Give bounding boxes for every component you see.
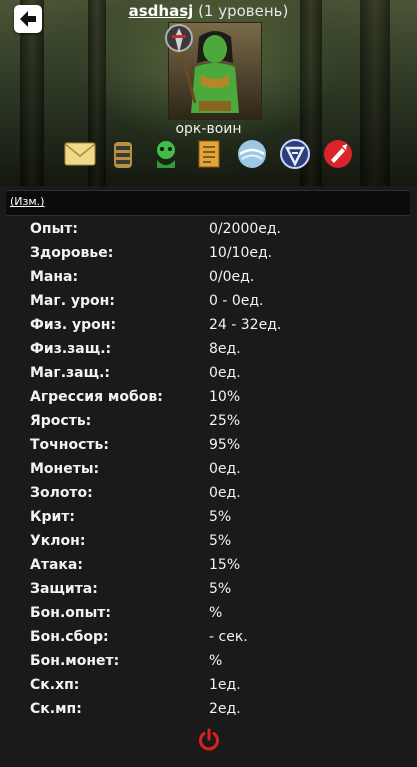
stat-label: Золото: bbox=[30, 485, 93, 501]
stat-row: Опыт: 0/2000ед. bbox=[30, 218, 400, 242]
profile-header: asdhasj (1 уровень) орк-воин bbox=[0, 0, 417, 186]
stat-value: 0 - 0ед. bbox=[209, 293, 264, 309]
stat-label: Опыт: bbox=[30, 221, 78, 237]
attack-icon[interactable] bbox=[321, 137, 354, 170]
stat-label: Мана: bbox=[30, 269, 79, 285]
logout-button[interactable] bbox=[197, 728, 221, 752]
stat-label: Монеты: bbox=[30, 461, 100, 477]
stat-value: 25% bbox=[209, 413, 241, 429]
stat-row: Золото: 0ед. bbox=[30, 482, 400, 506]
player-level: (1 уровень) bbox=[198, 2, 289, 20]
stat-row: Бон.монет:% bbox=[30, 650, 400, 674]
clan-icon[interactable] bbox=[278, 137, 311, 170]
stat-row: Физ. урон: 24 - 32ед. bbox=[30, 314, 400, 338]
stat-label: Бон.сбор: bbox=[30, 629, 109, 645]
stat-row: Мана: 0/0ед. bbox=[30, 266, 400, 290]
stat-label: Маг.защ.: bbox=[30, 365, 110, 381]
stat-label: Защита: bbox=[30, 581, 98, 597]
stat-value: 2ед. bbox=[209, 701, 241, 717]
stat-value: % bbox=[209, 653, 223, 669]
stat-label: Уклон: bbox=[30, 533, 86, 549]
stat-value: 24 - 32ед. bbox=[209, 317, 282, 333]
warrior-class-icon bbox=[165, 24, 193, 53]
stat-value: 10% bbox=[209, 389, 241, 405]
stat-label: Бон.монет: bbox=[30, 653, 120, 669]
stat-label: Крит: bbox=[30, 509, 75, 525]
edit-link[interactable]: (Изм.) bbox=[10, 195, 44, 208]
orb-icon[interactable] bbox=[235, 137, 268, 170]
stat-row: Точность: 95% bbox=[30, 434, 400, 458]
scroll-icon[interactable] bbox=[192, 137, 225, 170]
stat-row: Атака: 15% bbox=[30, 554, 400, 578]
stat-label: Физ. урон: bbox=[30, 317, 117, 333]
stat-row: Маг.защ.: 0ед. bbox=[30, 362, 400, 386]
edit-bar: (Изм.) bbox=[6, 190, 410, 216]
stat-value: 8ед. bbox=[209, 341, 241, 357]
stat-label: Ск.хп: bbox=[30, 677, 80, 693]
stat-value: 10/10ед. bbox=[209, 245, 273, 261]
stat-value: 1ед. bbox=[209, 677, 241, 693]
stat-label: Маг. урон: bbox=[30, 293, 115, 309]
stat-row: Монеты: 0ед. bbox=[30, 458, 400, 482]
stat-label: Точность: bbox=[30, 437, 109, 453]
player-title: asdhasj (1 уровень) bbox=[0, 0, 417, 22]
stat-row: Агрессия мобов: 10% bbox=[30, 386, 400, 410]
stat-value: 15% bbox=[209, 557, 241, 573]
username-link[interactable]: asdhasj bbox=[129, 2, 194, 20]
stat-value: 0ед. bbox=[209, 485, 241, 501]
stat-value: 5% bbox=[209, 581, 232, 597]
stat-row: Защита: 5% bbox=[30, 578, 400, 602]
stat-value: - сек. bbox=[209, 629, 248, 645]
action-icon-bar bbox=[63, 137, 354, 171]
stat-label: Атака: bbox=[30, 557, 83, 573]
stat-value: 0ед. bbox=[209, 461, 241, 477]
stat-label: Ск.мп: bbox=[30, 701, 82, 717]
stat-value: % bbox=[209, 605, 223, 621]
stat-row: Ск.хп: 1ед. bbox=[30, 674, 400, 698]
stat-row: Крит: 5% bbox=[30, 506, 400, 530]
class-name: орк-воин bbox=[175, 121, 242, 137]
stat-label: Здоровье: bbox=[30, 245, 114, 261]
stat-row: Ск.мп: 2ед. bbox=[30, 698, 400, 722]
power-icon bbox=[199, 728, 219, 751]
stat-row: Ярость: 25% bbox=[30, 410, 400, 434]
stat-row: Бон.сбор: - сек. bbox=[30, 626, 400, 650]
stat-row: Уклон: 5% bbox=[30, 530, 400, 554]
stat-row: Бон.опыт:% bbox=[30, 602, 400, 626]
mail-icon[interactable] bbox=[63, 137, 96, 170]
stat-value: 0/2000ед. bbox=[209, 221, 281, 237]
inventory-icon[interactable] bbox=[106, 137, 139, 170]
stat-value: 0/0ед. bbox=[209, 269, 255, 285]
stat-row: Физ.защ.: 8ед. bbox=[30, 338, 400, 362]
stat-label: Ярость: bbox=[30, 413, 92, 429]
stats-list: Опыт: 0/2000ед. Здоровье: 10/10ед. Мана: 0/… bbox=[30, 218, 400, 722]
class-badge bbox=[164, 23, 194, 57]
stat-label: Бон.опыт: bbox=[30, 605, 111, 621]
stat-label: Физ.защ.: bbox=[30, 341, 112, 357]
stat-value: 95% bbox=[209, 437, 241, 453]
stat-row: Здоровье: 10/10ед. bbox=[30, 242, 400, 266]
pet-icon[interactable] bbox=[149, 137, 182, 170]
stat-value: 0ед. bbox=[209, 365, 241, 381]
stat-value: 5% bbox=[209, 533, 232, 549]
stat-row: Маг. урон: 0 - 0ед. bbox=[30, 290, 400, 314]
stat-value: 5% bbox=[209, 509, 232, 525]
stat-label: Агрессия мобов: bbox=[30, 389, 163, 405]
